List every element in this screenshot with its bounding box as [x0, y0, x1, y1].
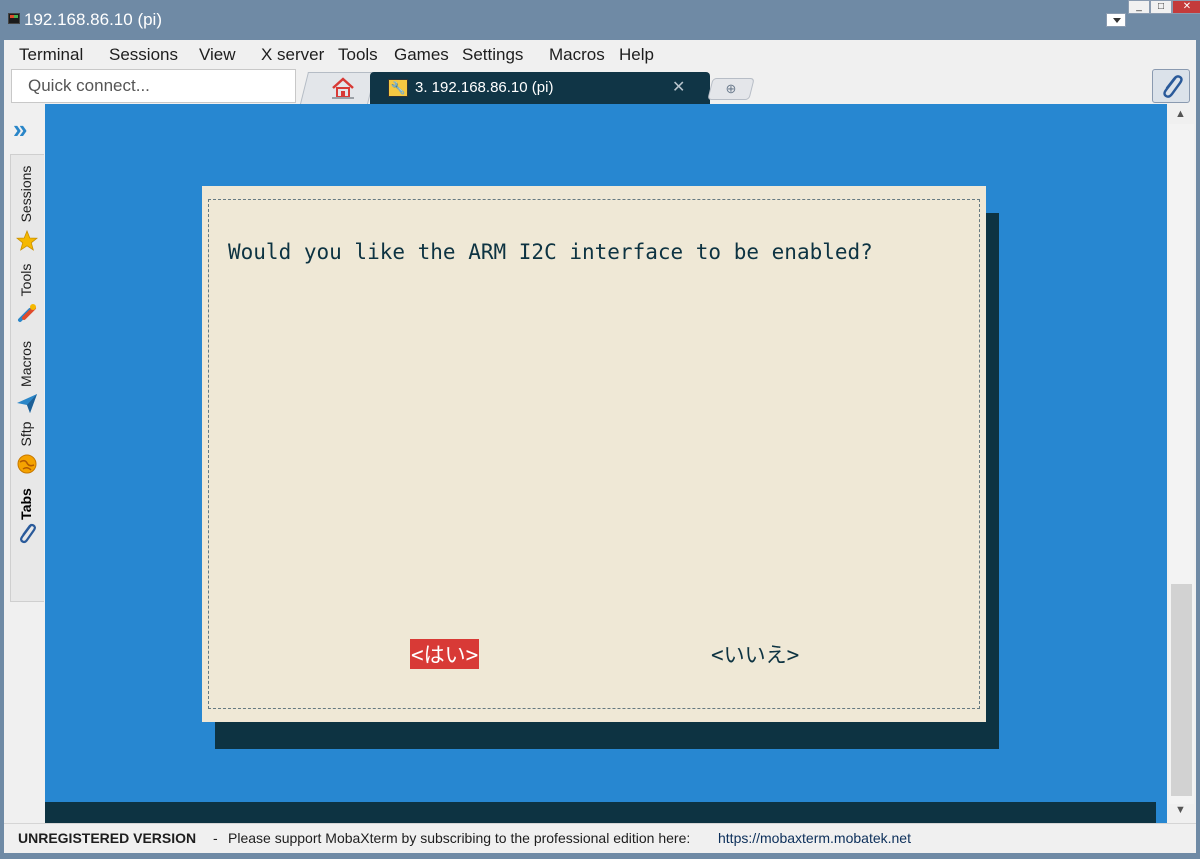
menu-bar: Terminal Sessions View X server Tools Ga…: [4, 40, 1196, 68]
menu-settings[interactable]: Settings: [462, 45, 523, 65]
quick-connect-input[interactable]: [11, 69, 296, 103]
chevron-right-icon[interactable]: »: [13, 116, 27, 142]
plus-icon: ⊕: [725, 81, 737, 96]
terminal-bottom-strip: [45, 802, 1156, 823]
sidebar-item-tools[interactable]: Tools: [18, 264, 34, 297]
paper-plane-icon: [17, 394, 37, 413]
status-separator: -: [213, 830, 218, 846]
tab-active-session[interactable]: 🔧 3. 192.168.86.10 (pi) ✕: [370, 72, 710, 104]
dialog-border: [208, 199, 980, 709]
attach-button[interactable]: [1152, 69, 1190, 103]
status-message: Please support MobaXterm by subscribing …: [228, 830, 691, 846]
sidebar-item-sessions[interactable]: Sessions: [18, 166, 34, 223]
paperclip-icon: [1163, 75, 1183, 98]
maximize-button[interactable]: □: [1150, 0, 1172, 14]
mobaxterm-link[interactable]: https://mobaxterm.mobatek.net: [718, 830, 911, 846]
vertical-scrollbar[interactable]: ▲ ▼: [1167, 104, 1196, 823]
status-bar: UNREGISTERED VERSION - Please support Mo…: [4, 823, 1196, 853]
sidebar-item-sftp[interactable]: Sftp: [18, 422, 34, 447]
menu-terminal[interactable]: Terminal: [19, 45, 83, 65]
unregistered-label: UNREGISTERED VERSION: [18, 830, 197, 846]
sidebar-item-macros[interactable]: Macros: [18, 341, 34, 387]
scroll-thumb[interactable]: [1171, 584, 1192, 796]
scroll-down-icon[interactable]: ▼: [1175, 804, 1186, 816]
menu-x-server[interactable]: X server: [261, 45, 324, 65]
scroll-up-icon[interactable]: ▲: [1175, 108, 1186, 120]
menu-sessions[interactable]: Sessions: [109, 45, 178, 65]
window-title: 192.168.86.10 (pi): [24, 10, 162, 29]
wrench-icon: 🔧: [388, 79, 408, 97]
sidebar-item-tabs[interactable]: Tabs: [18, 488, 34, 520]
tab-label: 3. 192.168.86.10 (pi): [415, 79, 554, 96]
raspi-config-dialog: Would you like the ARM I2C interface to …: [202, 186, 986, 722]
menu-view[interactable]: View: [199, 45, 236, 65]
tab-row: 🔧 3. 192.168.86.10 (pi) ✕ ⊕: [4, 68, 1196, 104]
menu-help[interactable]: Help: [619, 45, 654, 65]
app-icon: [8, 13, 20, 24]
minimize-button[interactable]: _: [1128, 0, 1150, 14]
menu-tools[interactable]: Tools: [338, 45, 378, 65]
yes-button[interactable]: <はい>: [410, 639, 480, 669]
globe-icon: [17, 454, 37, 474]
home-icon: [332, 77, 354, 99]
tools-icon: [18, 304, 36, 322]
paperclip-icon: [20, 523, 36, 544]
title-bar: 192.168.86.10 (pi) _ □ ✕: [0, 0, 1200, 40]
left-sidebar: » Sessions Tools Macros Sftp Tabs: [4, 104, 45, 823]
star-icon: [16, 230, 38, 251]
dialog-message: Would you like the ARM I2C interface to …: [228, 240, 873, 264]
terminal-area[interactable]: Would you like the ARM I2C interface to …: [45, 104, 1167, 823]
close-icon[interactable]: ✕: [672, 77, 685, 97]
no-button[interactable]: <いいえ>: [710, 639, 800, 669]
menu-macros[interactable]: Macros: [549, 45, 605, 65]
close-button[interactable]: ✕: [1172, 0, 1200, 14]
chevron-down-icon[interactable]: [1106, 13, 1126, 27]
menu-games[interactable]: Games: [394, 45, 449, 65]
